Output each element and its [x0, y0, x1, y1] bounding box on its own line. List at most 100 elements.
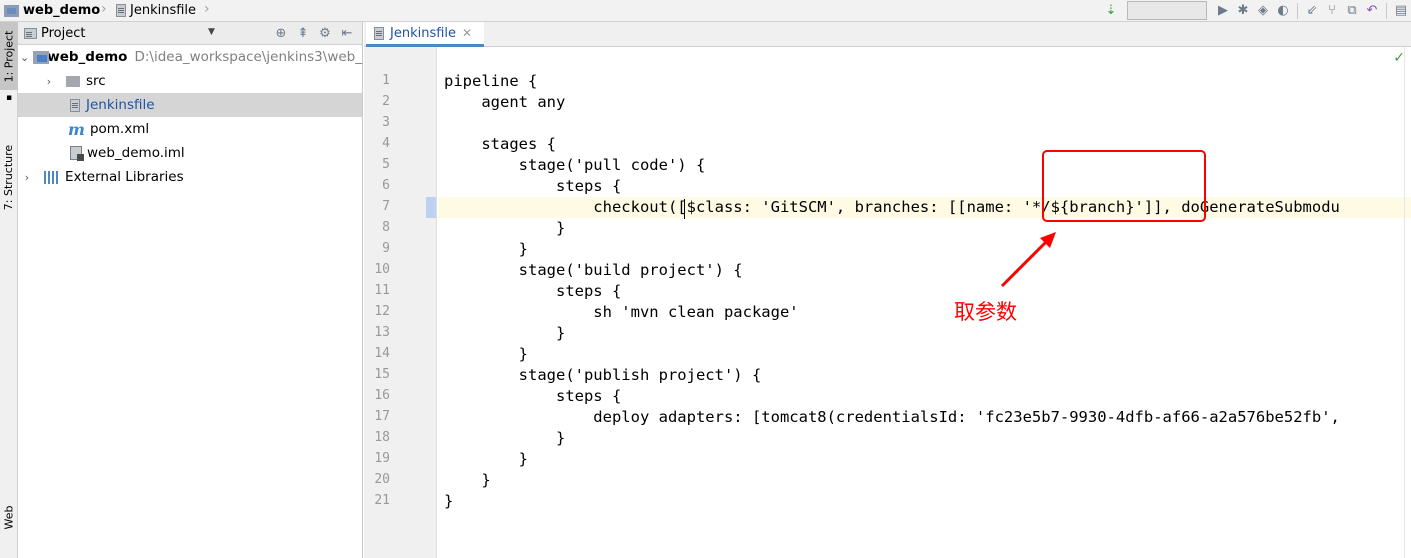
- editor-tabs: Jenkinsfile ✕: [364, 22, 1411, 47]
- project-tree: ⌄ web_demo D:\idea_workspace\jenkins3\we…: [18, 45, 362, 189]
- code-area[interactable]: pipeline { agent any stages { stage('pul…: [438, 47, 1411, 558]
- line-number: 17: [374, 409, 390, 424]
- tree-item-external-libraries[interactable]: › External Libraries: [18, 165, 362, 189]
- line-number: 13: [374, 325, 390, 340]
- line-number: 6: [382, 178, 390, 193]
- vcs-update-icon[interactable]: ⇙: [1302, 1, 1322, 21]
- line-number: 16: [374, 388, 390, 403]
- code-line[interactable]: }: [444, 218, 565, 239]
- locate-icon[interactable]: ⊕: [270, 24, 292, 42]
- code-line[interactable]: pipeline {: [444, 71, 537, 92]
- project-panel: Project ▼ ⊕ ⇞ ⚙ ⇤ ⌄ web_demo D:\idea_wor…: [18, 22, 363, 558]
- left-tool-strip: 1: Project ▪ 7: Structure Web: [0, 22, 18, 558]
- code-line[interactable]: }: [444, 344, 528, 365]
- breadcrumb-separator-icon: ›: [101, 1, 107, 17]
- breadcrumb-project[interactable]: web_demo: [4, 0, 100, 21]
- line-number: 20: [374, 472, 390, 487]
- tool-tab-web[interactable]: Web: [0, 492, 18, 542]
- collapse-all-icon[interactable]: ⇞: [292, 24, 314, 42]
- line-number: 15: [374, 367, 390, 382]
- right-margin-guide: [1404, 47, 1405, 558]
- line-number: 18: [374, 430, 390, 445]
- file-icon: [374, 26, 384, 40]
- annotation-label: 取参数: [954, 300, 1017, 324]
- coverage-icon[interactable]: ◈: [1253, 1, 1273, 21]
- run-icon[interactable]: ▶: [1213, 1, 1233, 21]
- tree-item-iml[interactable]: web_demo.iml: [18, 141, 362, 165]
- chevron-down-icon[interactable]: ▼: [208, 27, 215, 37]
- code-line[interactable]: stage('publish project') {: [444, 365, 762, 386]
- tool-tab-structure[interactable]: 7: Structure: [0, 132, 18, 222]
- chevron-down-icon[interactable]: ⌄: [20, 51, 29, 64]
- project-panel-actions: ⊕ ⇞ ⚙ ⇤: [270, 24, 358, 42]
- breadcrumb-file[interactable]: Jenkinsfile: [116, 0, 196, 21]
- tree-item-src[interactable]: › src: [18, 69, 362, 93]
- line-number: 1: [382, 73, 390, 88]
- tool-tab-project[interactable]: 1: Project: [0, 22, 18, 90]
- tree-item-jenkinsfile[interactable]: Jenkinsfile: [18, 93, 362, 117]
- debug-icon[interactable]: ✱: [1233, 1, 1253, 21]
- line-number: 21: [374, 493, 390, 508]
- main-toolbar: ⇣ ▶ ✱ ◈ ◐ ⇙ ⑂ ⧉ ↶ ▤: [1101, 0, 1411, 21]
- tree-item-label: pom.xml: [89, 121, 150, 137]
- close-icon[interactable]: ✕: [462, 26, 472, 40]
- code-line[interactable]: agent any: [444, 92, 565, 113]
- gear-icon[interactable]: ⚙: [314, 24, 336, 42]
- vcs-history-icon[interactable]: ⧉: [1342, 1, 1362, 21]
- line-number: 7: [382, 199, 390, 214]
- code-line[interactable]: stages {: [444, 134, 556, 155]
- project-panel-header: Project ▼ ⊕ ⇞ ⚙ ⇤: [18, 22, 362, 45]
- line-number: 3: [382, 115, 390, 130]
- tree-item-label: web_demo.iml: [87, 145, 185, 161]
- module-folder-icon: [4, 4, 19, 17]
- code-line[interactable]: steps {: [444, 386, 621, 407]
- hide-icon[interactable]: ⇤: [336, 24, 358, 42]
- code-line[interactable]: }: [444, 470, 490, 491]
- tool-tab-web-label: Web: [2, 505, 16, 529]
- code-line[interactable]: deploy adapters: [tomcat8(credentialsId:…: [444, 407, 1340, 428]
- code-line[interactable]: stage('build project') {: [444, 260, 743, 281]
- chevron-right-icon[interactable]: ›: [42, 75, 56, 88]
- current-line-gutter-marker: [426, 197, 436, 218]
- code-line[interactable]: }: [444, 449, 528, 470]
- line-number: 5: [382, 157, 390, 172]
- code-line[interactable]: }: [444, 323, 565, 344]
- annotation-highlight-box: [1042, 150, 1206, 222]
- text-caret: [684, 199, 685, 219]
- line-number-gutter: 1 2 3 4 5 6 7 8 9 10 11 12 13 14 15 16 17 18 19 20 21: [364, 47, 437, 558]
- library-icon: [44, 170, 60, 184]
- project-tool-icon: ▪: [5, 93, 13, 103]
- inspection-ok-icon[interactable]: ✓: [1393, 50, 1405, 66]
- tool-tab-project-label: 1: Project: [2, 30, 16, 82]
- chevron-right-icon[interactable]: ›: [20, 171, 34, 184]
- line-number: 9: [382, 241, 390, 256]
- code-line[interactable]: }: [444, 428, 565, 449]
- code-line[interactable]: steps {: [444, 281, 621, 302]
- code-line[interactable]: stage('pull code') {: [444, 155, 706, 176]
- breadcrumb-separator-icon: ›: [204, 1, 210, 17]
- project-panel-title[interactable]: Project: [41, 26, 85, 41]
- toolbar-separator: [1297, 2, 1298, 19]
- project-view-icon: [24, 27, 37, 39]
- settings-icon[interactable]: ▤: [1391, 1, 1411, 21]
- tree-item-label: web_demo: [47, 49, 128, 65]
- tree-item-label: External Libraries: [65, 169, 184, 185]
- file-icon: [70, 98, 80, 112]
- code-line[interactable]: }: [444, 239, 528, 260]
- folder-icon: [66, 75, 80, 87]
- code-line[interactable]: steps {: [444, 176, 621, 197]
- revert-icon[interactable]: ↶: [1362, 1, 1382, 21]
- vcs-commit-icon[interactable]: ⑂: [1322, 1, 1342, 21]
- line-number: 10: [374, 262, 390, 277]
- editor: Jenkinsfile ✕ 1 2 3 4 5 6 7 8 9 10 11 12 13 14 15 16 17 1…: [364, 22, 1411, 558]
- profile-icon[interactable]: ◐: [1273, 1, 1293, 21]
- code-line[interactable]: }: [444, 491, 453, 512]
- tab-jenkinsfile[interactable]: Jenkinsfile ✕: [366, 22, 484, 47]
- tree-item-label: src: [86, 73, 106, 89]
- annotation-arrow-icon: [1000, 232, 1056, 288]
- code-line[interactable]: sh 'mvn clean package': [444, 302, 798, 323]
- tree-item-web-demo[interactable]: ⌄ web_demo D:\idea_workspace\jenkins3\we…: [18, 45, 362, 69]
- run-configuration-select[interactable]: [1127, 1, 1207, 20]
- build-icon[interactable]: ⇣: [1101, 1, 1121, 21]
- tree-item-pom[interactable]: m pom.xml: [18, 117, 362, 141]
